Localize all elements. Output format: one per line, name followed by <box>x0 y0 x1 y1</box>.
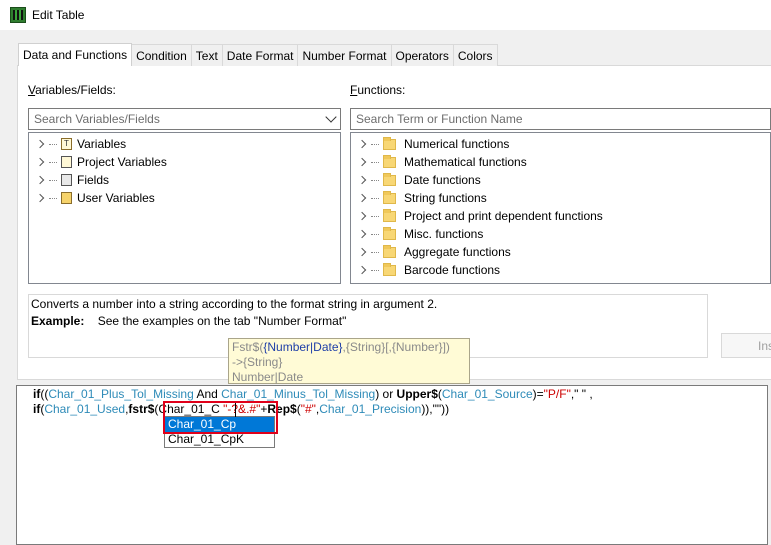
project-variable-icon <box>61 156 72 168</box>
code-token-str: "#" <box>300 402 316 416</box>
variables-fields-label: Variables/Fields: <box>28 83 116 97</box>
tree-item-variables[interactable]: T Variables <box>29 135 126 153</box>
expand-arrow-icon[interactable] <box>357 193 367 203</box>
tree-item-user-variables[interactable]: User Variables <box>29 189 155 207</box>
variables-search-placeholder: Search Variables/Fields <box>34 112 160 126</box>
functions-tree: Numerical functions Mathematical functio… <box>350 132 771 284</box>
code-token-fld: Char_01_Used <box>44 402 126 416</box>
tab-data-and-functions[interactable]: Data and Functions <box>18 43 133 66</box>
variables-search-input[interactable]: Search Variables/Fields <box>28 108 341 130</box>
code-token-plain: ) or <box>375 387 397 401</box>
expand-arrow-icon[interactable] <box>35 193 45 203</box>
expand-arrow-icon[interactable] <box>357 229 367 239</box>
code-token-plain: )= <box>532 387 544 401</box>
table-app-icon <box>10 7 26 23</box>
tree-item-mathematical-functions[interactable]: Mathematical functions <box>351 153 527 171</box>
code-token-kw: fstr$ <box>128 402 155 416</box>
functions-label: Functions: <box>350 83 406 97</box>
tab-strip: Data and Functions Condition Text Date F… <box>18 43 498 66</box>
expand-arrow-icon[interactable] <box>357 247 367 257</box>
tree-item-misc-functions[interactable]: Misc. functions <box>351 225 483 243</box>
text-variable-icon: T <box>61 138 72 150</box>
autocomplete-item[interactable]: Char_01_CpK <box>165 432 274 447</box>
function-example: Example: See the examples on the tab "Nu… <box>31 314 347 328</box>
tree-item-project-print-functions[interactable]: Project and print dependent functions <box>351 207 603 225</box>
folder-icon <box>383 226 396 240</box>
code-token-fld: Char_01_Source <box>441 387 533 401</box>
tab-condition[interactable]: Condition <box>131 44 192 66</box>
functions-search-placeholder: Search Term or Function Name <box>356 112 523 126</box>
tab-operators[interactable]: Operators <box>390 44 454 66</box>
code-token-plain: ," " , <box>570 387 593 401</box>
expand-arrow-icon[interactable] <box>357 265 367 275</box>
window-title: Edit Table <box>32 8 85 22</box>
expand-arrow-icon[interactable] <box>357 175 367 185</box>
code-token-fld: Char_01_Precision <box>319 402 422 416</box>
tree-item-date-functions[interactable]: Date functions <box>351 171 481 189</box>
tab-date-format[interactable]: Date Format <box>221 44 299 66</box>
formula-editor[interactable]: if((Char_01_Plus_Tol_Missing And Char_01… <box>16 385 768 545</box>
code-token-str: "P/F" <box>543 387 571 401</box>
highlight-box <box>163 401 278 434</box>
code-token-kw: Upper$ <box>396 387 438 401</box>
code-token-fld: Char_01_Plus_Tol_Missing <box>48 387 194 401</box>
tree-item-fields[interactable]: Fields <box>29 171 109 189</box>
user-variable-icon <box>61 192 72 204</box>
tree-item-project-variables[interactable]: Project Variables <box>29 153 167 171</box>
expand-arrow-icon[interactable] <box>357 157 367 167</box>
field-icon <box>61 174 72 186</box>
folder-icon <box>383 172 396 186</box>
folder-icon <box>383 190 396 204</box>
variables-tree: T Variables Project Variables Fields Use… <box>28 132 341 284</box>
chevron-down-icon[interactable] <box>325 111 337 123</box>
expand-arrow-icon[interactable] <box>357 139 367 149</box>
tree-item-string-functions[interactable]: String functions <box>351 189 487 207</box>
code-token-fld: Char_01_Minus_Tol_Missing <box>221 387 376 401</box>
folder-icon <box>383 208 396 222</box>
function-signature-tooltip: Fstr$({Number|Date},{String}[,{Number}])… <box>228 338 470 384</box>
code-token-plain: And <box>193 387 222 401</box>
tree-item-barcode-functions[interactable]: Barcode functions <box>351 261 500 279</box>
function-description: Converts a number into a string accordin… <box>31 297 438 311</box>
insert-button[interactable]: Ins <box>721 333 771 358</box>
code-token-plain: )),"")) <box>421 402 450 416</box>
tree-item-aggregate-functions[interactable]: Aggregate functions <box>351 243 511 261</box>
expand-arrow-icon[interactable] <box>35 175 45 185</box>
expand-arrow-icon[interactable] <box>357 211 367 221</box>
folder-icon <box>383 244 396 258</box>
formula-line-1: if((Char_01_Plus_Tol_Missing And Char_01… <box>33 387 593 401</box>
folder-icon <box>383 154 396 168</box>
tree-item-numerical-functions[interactable]: Numerical functions <box>351 135 509 153</box>
text-caret <box>235 403 236 417</box>
tab-colors[interactable]: Colors <box>452 44 498 66</box>
folder-icon <box>383 136 396 150</box>
expand-arrow-icon[interactable] <box>35 139 45 149</box>
title-bar: Edit Table <box>0 0 771 30</box>
functions-search-input[interactable]: Search Term or Function Name <box>350 108 771 130</box>
tab-text[interactable]: Text <box>190 44 223 66</box>
folder-icon <box>383 262 396 276</box>
expand-arrow-icon[interactable] <box>35 157 45 167</box>
tab-number-format[interactable]: Number Format <box>297 44 392 66</box>
